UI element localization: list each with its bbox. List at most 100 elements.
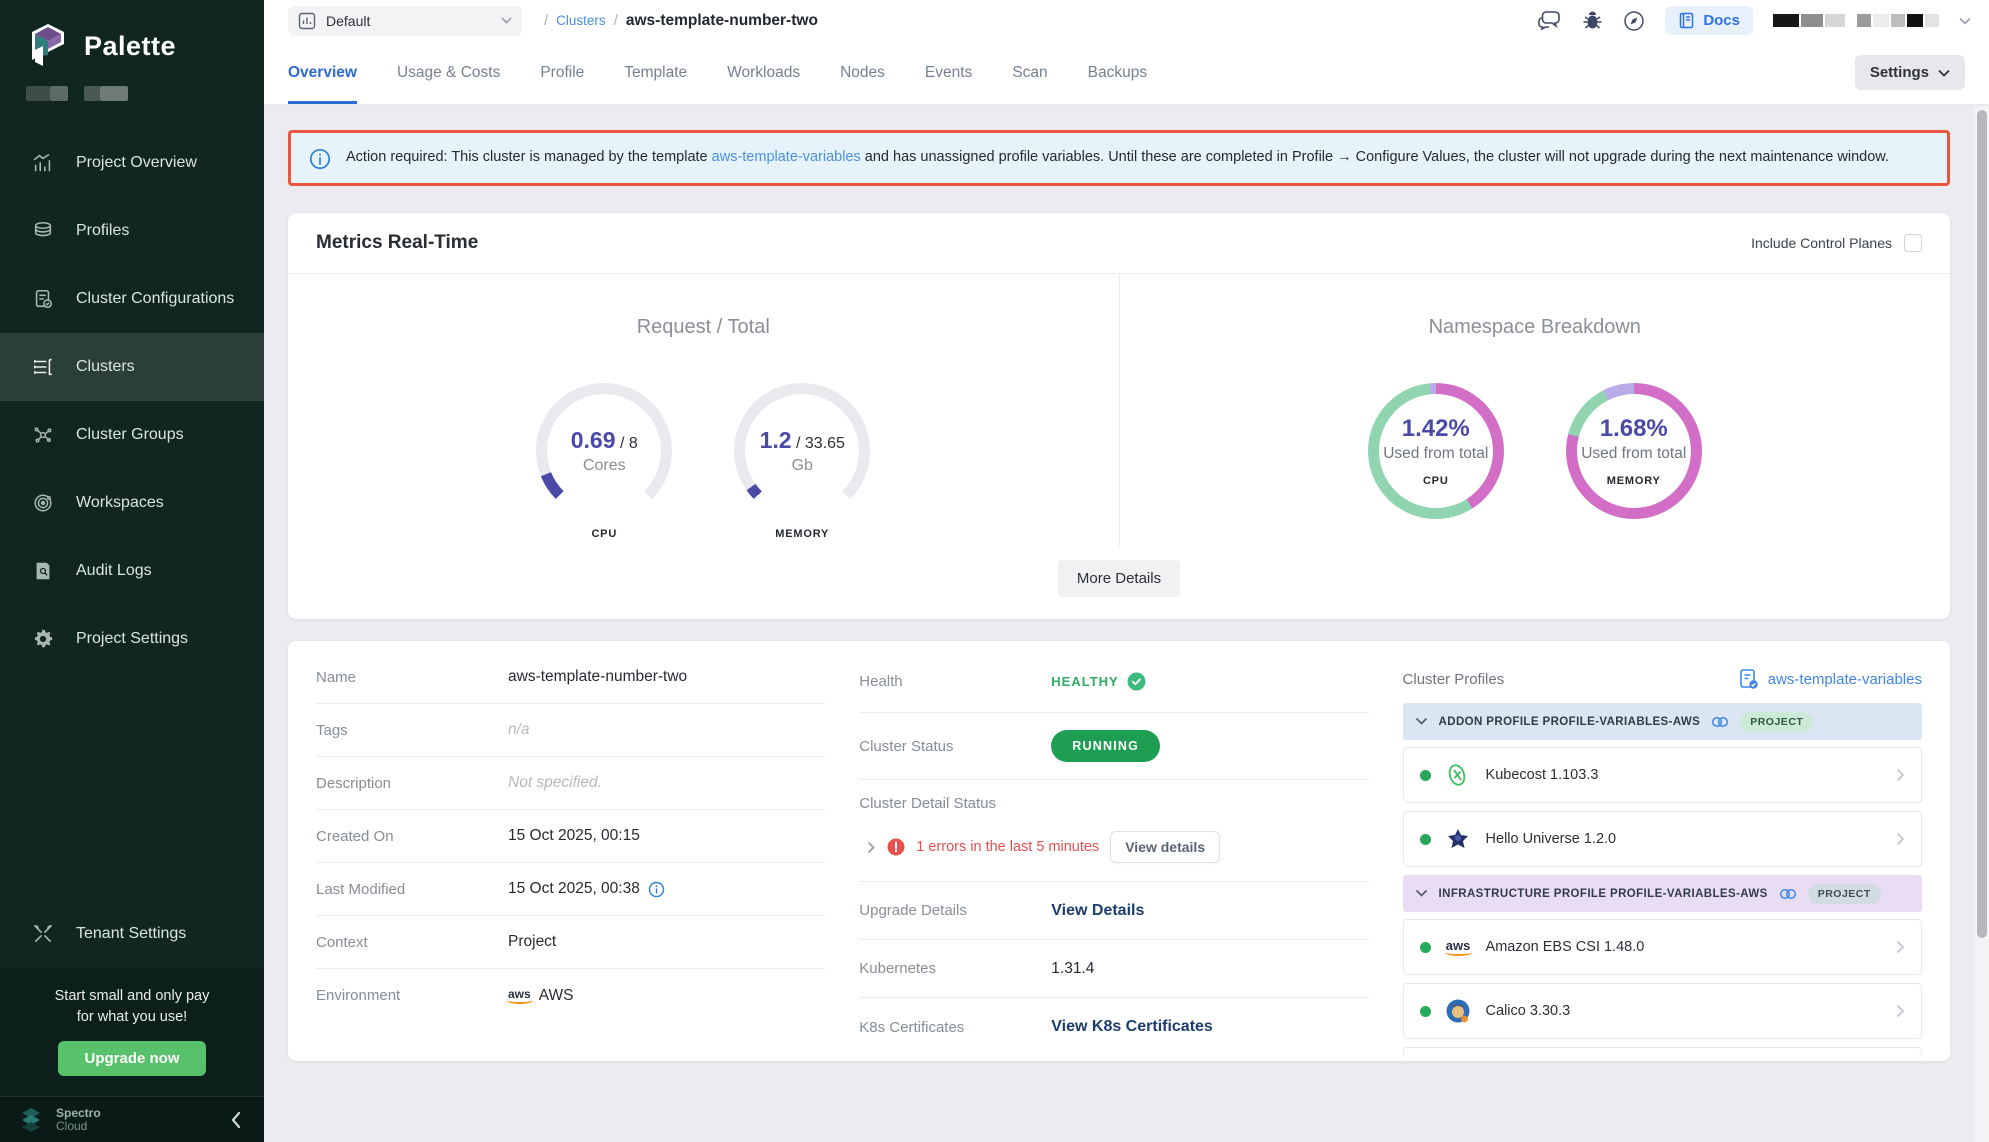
environment-value: AWS — [539, 987, 574, 1005]
breadcrumb-separator: / — [614, 12, 618, 29]
cluster-detail-status-block: Cluster Detail Status 1 errors in the la… — [859, 780, 1368, 882]
collapse-sidebar-icon[interactable] — [230, 1111, 242, 1129]
cpu-used-caption: Used from total — [1383, 445, 1488, 463]
tab-overview[interactable]: Overview — [288, 41, 357, 104]
sidebar-item-label: Workspaces — [76, 494, 164, 512]
compass-help-icon[interactable] — [1623, 10, 1645, 32]
cpu-total-value: / 8 — [620, 435, 638, 452]
memory-donut: 1.68% Used from total MEMORY — [1566, 383, 1702, 519]
sidebar-item-cluster-groups[interactable]: Cluster Groups — [0, 401, 264, 469]
upgrade-view-details-link[interactable]: View Details — [1051, 902, 1368, 920]
promo-text-line2: for what you use! — [12, 1007, 252, 1027]
view-error-details-button[interactable]: View details — [1110, 831, 1220, 863]
tags-value: n/a — [508, 721, 825, 739]
topbar: Default / Clusters / aws-template-number… — [264, 0, 1989, 41]
breadcrumb-clusters-link[interactable]: Clusters — [556, 13, 606, 28]
view-k8s-certificates-link[interactable]: View K8s Certificates — [1051, 1018, 1368, 1036]
sidebar-item-project-overview[interactable]: Project Overview — [0, 129, 264, 197]
detail-label: Last Modified — [316, 881, 508, 898]
tab-usage-costs[interactable]: Usage & Costs — [397, 41, 500, 104]
upgrade-now-button[interactable]: Upgrade now — [58, 1041, 205, 1076]
sidebar-item-label: Tenant Settings — [76, 925, 186, 943]
footer-brand-top: Spectro — [56, 1107, 101, 1120]
project-selector[interactable]: Default — [288, 6, 522, 36]
bug-report-icon[interactable] — [1582, 10, 1603, 31]
namespace-breakdown-panel: Namespace Breakdown 1.42% Used from tota… — [1120, 274, 1951, 546]
sidebar-item-cluster-configurations[interactable]: Cluster Configurations — [0, 265, 264, 333]
alert-template-link[interactable]: aws-template-variables — [712, 149, 861, 165]
tab-nodes[interactable]: Nodes — [840, 41, 885, 104]
docs-button[interactable]: Docs — [1665, 6, 1753, 35]
cluster-status-column: Health HEALTHY Cluster Status RUNNING Cl… — [859, 651, 1368, 1061]
chevron-right-icon — [1896, 768, 1905, 782]
include-control-planes-checkbox[interactable] — [1904, 234, 1922, 252]
project-badge: PROJECT — [1808, 884, 1881, 904]
more-details-button[interactable]: More Details — [1058, 560, 1180, 597]
sidebar-item-project-settings[interactable]: Project Settings — [0, 605, 264, 673]
context-value: Project — [508, 933, 825, 951]
template-variables-link[interactable]: aws-template-variables — [1739, 668, 1922, 690]
profile-pack-row-amazon-ebs-csi[interactable]: aws Amazon EBS CSI 1.48.0 — [1403, 919, 1922, 975]
cpu-donut: 1.42% Used from total CPU — [1368, 383, 1504, 519]
cpu-donut-label: CPU — [1423, 475, 1449, 487]
network-icon — [32, 424, 54, 446]
action-required-alert: Action required: This cluster is managed… — [288, 130, 1950, 186]
scrollbar-thumb[interactable] — [1977, 110, 1987, 938]
kubecost-icon — [1445, 762, 1472, 789]
detail-row-kubernetes: Kubernetes 1.31.4 — [859, 940, 1368, 998]
project-selector-value: Default — [326, 13, 370, 29]
addon-profile-group-header[interactable]: ADDON PROFILE PROFILE-VARIABLES-AWS PROJ… — [1403, 703, 1922, 740]
redacted-text — [50, 86, 68, 101]
alert-text: Action required: This cluster is managed… — [346, 146, 1889, 170]
sidebar-item-profiles[interactable]: Profiles — [0, 197, 264, 265]
cluster-profiles-column: Cluster Profiles aws-template-variables — [1403, 651, 1922, 1061]
clusters-icon — [32, 356, 54, 378]
cpu-request-value: 0.69 — [571, 427, 616, 453]
tab-backups[interactable]: Backups — [1088, 41, 1147, 104]
infrastructure-profile-group-header[interactable]: INFRASTRUCTURE PROFILE PROFILE-VARIABLES… — [1403, 875, 1922, 912]
redacted-username — [1773, 14, 1939, 27]
settings-button[interactable]: Settings — [1855, 55, 1965, 90]
cpu-gauge-label: CPU — [591, 528, 617, 540]
tab-events[interactable]: Events — [925, 41, 972, 104]
sidebar-footer: Spectro Cloud — [0, 1096, 264, 1142]
profile-pack-row-calico[interactable]: Calico 3.30.3 — [1403, 983, 1922, 1039]
profile-pack-row-hello-universe[interactable]: Hello Universe 1.2.0 — [1403, 811, 1922, 867]
document-check-icon — [1739, 668, 1759, 690]
memory-used-caption: Used from total — [1581, 445, 1686, 463]
sidebar-item-workspaces[interactable]: Workspaces — [0, 469, 264, 537]
pack-name: Amazon EBS CSI 1.48.0 — [1486, 939, 1645, 955]
tabbar: Overview Usage & Costs Profile Template … — [264, 41, 1989, 105]
redacted-text — [1857, 14, 1871, 27]
spectro-cloud-logo-icon — [16, 1106, 46, 1134]
tab-profile[interactable]: Profile — [540, 41, 584, 104]
profile-pack-row-partial[interactable] — [1403, 1047, 1922, 1057]
expand-chevron-icon[interactable] — [867, 841, 876, 854]
memory-unit: Gb — [792, 457, 813, 475]
pack-status-dot — [1420, 770, 1431, 781]
feedback-chat-icon[interactable] — [1537, 10, 1562, 31]
tab-workloads[interactable]: Workloads — [727, 41, 800, 104]
sidebar-item-tenant-settings[interactable]: Tenant Settings — [0, 900, 264, 968]
layers-icon — [32, 220, 54, 242]
link-icon — [1711, 715, 1729, 729]
tab-scan[interactable]: Scan — [1012, 41, 1047, 104]
project-chart-icon — [298, 12, 316, 30]
info-icon[interactable] — [648, 881, 665, 898]
detail-label: Environment — [316, 987, 508, 1004]
chevron-down-icon — [1938, 69, 1950, 77]
detail-label: K8s Certificates — [859, 1019, 1051, 1036]
calico-icon — [1445, 998, 1472, 1025]
tab-template[interactable]: Template — [624, 41, 687, 104]
profile-pack-row-kubecost[interactable]: Kubecost 1.103.3 — [1403, 747, 1922, 803]
memory-gauge-label: MEMORY — [775, 528, 829, 540]
detail-row-name: Name aws-template-number-two — [316, 651, 825, 704]
sidebar-item-clusters[interactable]: Clusters — [0, 333, 264, 401]
user-menu-chevron-icon[interactable] — [1959, 17, 1971, 25]
detail-label: Upgrade Details — [859, 902, 1051, 919]
sidebar-item-label: Project Settings — [76, 630, 188, 648]
page-scrollbar[interactable] — [1975, 106, 1989, 1142]
sidebar-item-audit-logs[interactable]: Audit Logs — [0, 537, 264, 605]
redacted-text — [1925, 14, 1939, 27]
namespace-breakdown-title: Namespace Breakdown — [1429, 316, 1641, 339]
